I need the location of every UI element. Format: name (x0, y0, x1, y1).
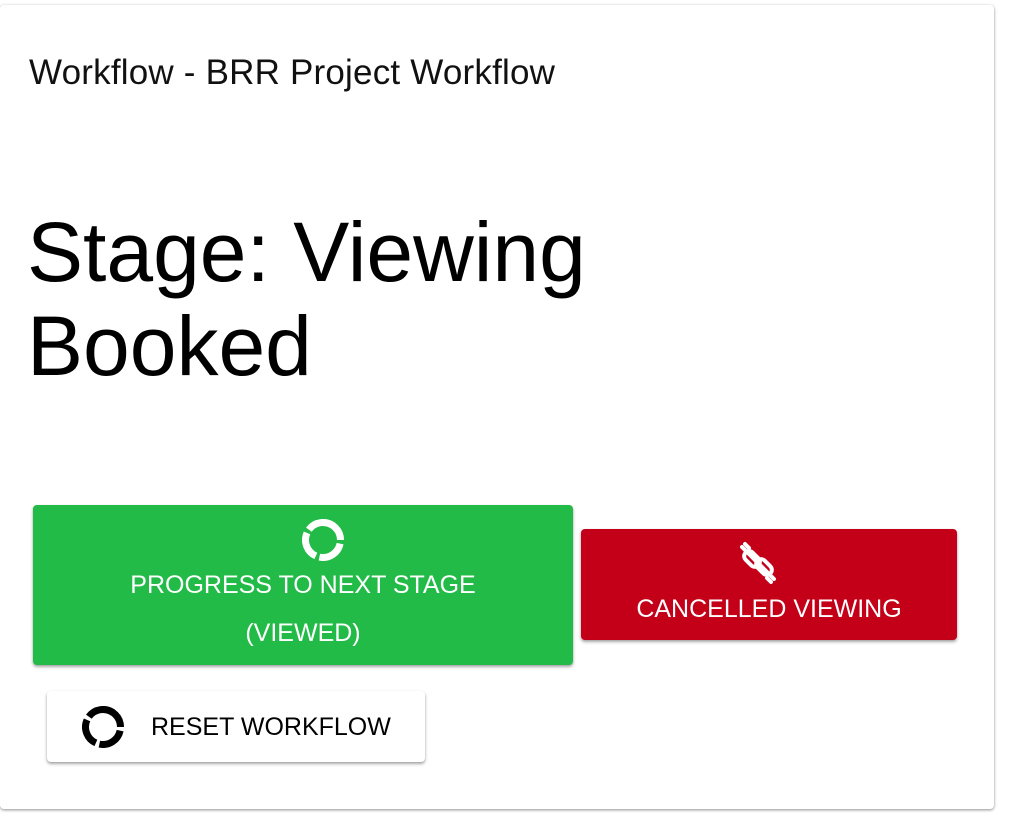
progress-ring-icon (302, 519, 344, 561)
workflow-title: Workflow - BRR Project Workflow (29, 53, 556, 92)
progress-to-next-stage-button[interactable]: PROGRESS TO NEXT STAGE (VIEWED) (33, 505, 573, 665)
reset-ring-icon (82, 706, 124, 748)
reset-workflow-label: RESET WORKFLOW (151, 713, 391, 741)
cancelled-viewing-label: CANCELLED VIEWING (636, 595, 902, 623)
stage-title: Stage: Viewing Booked (27, 205, 586, 393)
reset-workflow-button[interactable]: RESET WORKFLOW (47, 691, 425, 762)
progress-button-label: PROGRESS TO NEXT STAGE (130, 571, 476, 599)
cancelled-viewing-button[interactable]: CANCELLED VIEWING (581, 529, 957, 640)
progress-button-sublabel: (VIEWED) (245, 619, 361, 647)
workflow-card: Workflow - BRR Project Workflow Stage: V… (0, 5, 994, 809)
broken-link-icon (740, 542, 776, 584)
